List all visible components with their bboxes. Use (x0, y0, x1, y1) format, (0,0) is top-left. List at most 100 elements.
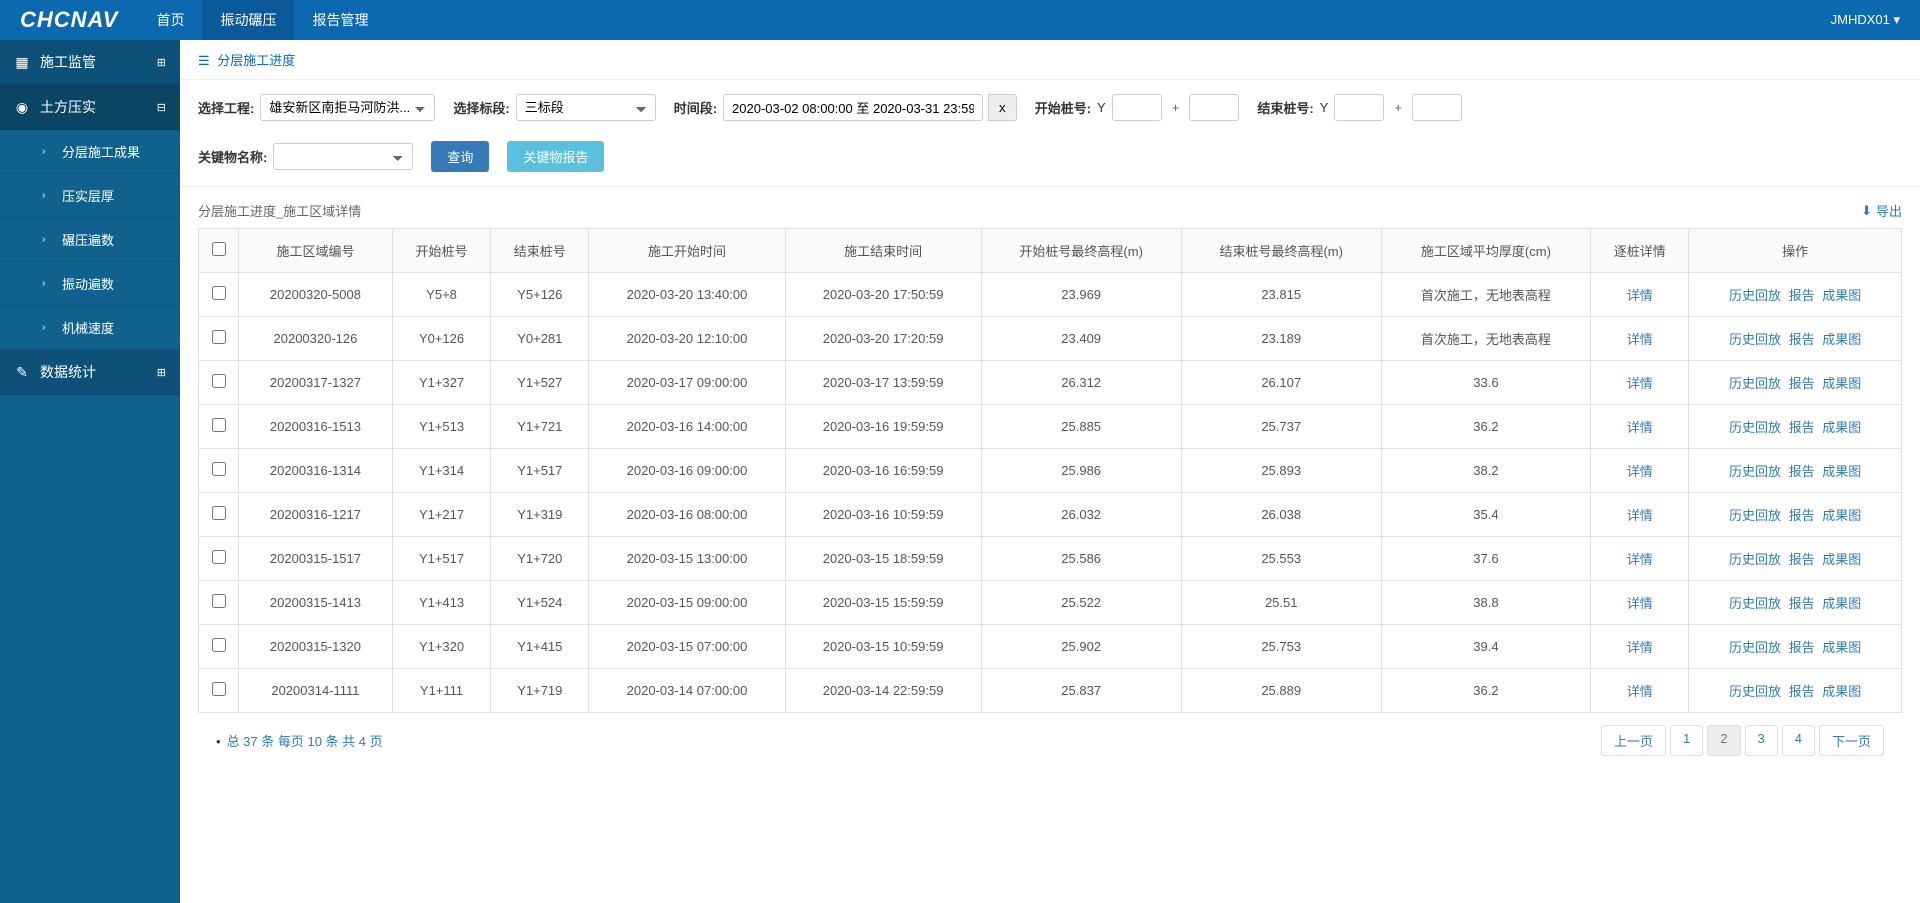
startpile-plus-input[interactable] (1189, 94, 1239, 121)
select-all-checkbox[interactable] (212, 242, 226, 256)
table-cell: 25.586 (981, 537, 1181, 581)
action-link[interactable]: 历史回放 (1729, 376, 1781, 391)
table-cell: 36.2 (1381, 405, 1590, 449)
keyword-select[interactable] (273, 143, 413, 170)
action-link[interactable]: 报告 (1789, 420, 1815, 435)
table-cell: Y1+517 (392, 537, 490, 581)
action-link[interactable]: 成果图 (1822, 684, 1861, 699)
detail-link[interactable]: 详情 (1627, 640, 1653, 655)
table-cell: 20200315-1517 (239, 537, 393, 581)
startpile-y-input[interactable] (1112, 94, 1162, 121)
query-button[interactable]: 查询 (431, 141, 489, 172)
page-button[interactable]: 3 (1745, 725, 1778, 756)
time-range-input[interactable] (723, 94, 983, 121)
detail-link[interactable]: 详情 (1627, 332, 1653, 347)
expand-icon: ⊞ (157, 56, 166, 69)
page-button[interactable]: 4 (1782, 725, 1815, 756)
action-link[interactable]: 历史回放 (1729, 508, 1781, 523)
sidebar-sub-item[interactable]: ›分层施工成果 (0, 130, 180, 174)
row-checkbox[interactable] (212, 330, 226, 344)
page-button[interactable]: 下一页 (1819, 725, 1884, 756)
topnav-item[interactable]: 首页 (138, 0, 202, 40)
row-checkbox[interactable] (212, 550, 226, 564)
detail-link[interactable]: 详情 (1627, 508, 1653, 523)
grid-icon: ▦ (14, 54, 30, 70)
action-link[interactable]: 成果图 (1822, 552, 1861, 567)
row-checkbox[interactable] (212, 594, 226, 608)
table-cell: 20200320-5008 (239, 273, 393, 317)
endpile-y-input[interactable] (1334, 94, 1384, 121)
action-link[interactable]: 报告 (1789, 508, 1815, 523)
table-cell: 2020-03-14 07:00:00 (589, 669, 785, 713)
table-cell (199, 581, 239, 625)
action-link[interactable]: 历史回放 (1729, 288, 1781, 303)
topnav-item[interactable]: 振动碾压 (202, 0, 294, 40)
top-nav: 首页振动碾压报告管理 (138, 0, 386, 40)
page-button[interactable]: 1 (1670, 725, 1703, 756)
table-cell: 23.815 (1181, 273, 1381, 317)
detail-link[interactable]: 详情 (1627, 684, 1653, 699)
detail-link[interactable]: 详情 (1627, 376, 1653, 391)
action-link[interactable]: 历史回放 (1729, 640, 1781, 655)
detail-link[interactable]: 详情 (1627, 420, 1653, 435)
action-link[interactable]: 报告 (1789, 288, 1815, 303)
sidebar-group[interactable]: ▦施工监管⊞ (0, 40, 180, 85)
sidebar-sub-item[interactable]: ›机械速度 (0, 306, 180, 350)
row-checkbox[interactable] (212, 638, 226, 652)
user-menu[interactable]: JMHDX01 ▾ (1811, 12, 1920, 28)
row-checkbox[interactable] (212, 682, 226, 696)
table-cell: 详情 (1591, 581, 1689, 625)
keyword-report-button[interactable]: 关键物报告 (507, 141, 604, 172)
project-select[interactable]: 雄安新区南拒马河防洪... (260, 94, 435, 121)
sidebar-sub-item[interactable]: ›碾压遍数 (0, 218, 180, 262)
action-link[interactable]: 成果图 (1822, 288, 1861, 303)
table-cell: 2020-03-16 19:59:59 (785, 405, 981, 449)
table-cell: 20200316-1217 (239, 493, 393, 537)
action-link[interactable]: 历史回放 (1729, 420, 1781, 435)
row-checkbox[interactable] (212, 374, 226, 388)
action-link[interactable]: 报告 (1789, 640, 1815, 655)
row-checkbox[interactable] (212, 462, 226, 476)
row-checkbox[interactable] (212, 506, 226, 520)
topnav-item[interactable]: 报告管理 (294, 0, 386, 40)
table-cell: 2020-03-20 13:40:00 (589, 273, 785, 317)
sidebar-sub-item[interactable]: ›振动遍数 (0, 262, 180, 306)
export-link[interactable]: ⬇ 导出 (1861, 201, 1902, 220)
action-link[interactable]: 成果图 (1822, 420, 1861, 435)
action-link[interactable]: 历史回放 (1729, 552, 1781, 567)
clear-time-button[interactable]: x (988, 94, 1017, 121)
row-checkbox[interactable] (212, 286, 226, 300)
action-link[interactable]: 成果图 (1822, 596, 1861, 611)
page-button[interactable]: 2 (1707, 725, 1740, 756)
action-link[interactable]: 历史回放 (1729, 684, 1781, 699)
action-link[interactable]: 历史回放 (1729, 596, 1781, 611)
endpile-plus-input[interactable] (1412, 94, 1462, 121)
page-button[interactable]: 上一页 (1601, 725, 1666, 756)
table-cell: 25.986 (981, 449, 1181, 493)
sidebar-group[interactable]: ✎数据统计⊞ (0, 350, 180, 395)
sidebar-group[interactable]: ◉土方压实⊟ (0, 85, 180, 130)
action-link[interactable]: 报告 (1789, 552, 1815, 567)
sidebar: ▦施工监管⊞◉土方压实⊟›分层施工成果›压实层厚›碾压遍数›振动遍数›机械速度✎… (0, 40, 180, 903)
detail-link[interactable]: 详情 (1627, 596, 1653, 611)
action-link[interactable]: 成果图 (1822, 640, 1861, 655)
section-select[interactable]: 三标段 (516, 94, 656, 121)
action-link[interactable]: 报告 (1789, 596, 1815, 611)
detail-link[interactable]: 详情 (1627, 288, 1653, 303)
table-cell: Y1+319 (491, 493, 589, 537)
action-link[interactable]: 报告 (1789, 332, 1815, 347)
action-link[interactable]: 报告 (1789, 684, 1815, 699)
action-link[interactable]: 成果图 (1822, 464, 1861, 479)
action-link[interactable]: 报告 (1789, 376, 1815, 391)
action-link[interactable]: 成果图 (1822, 508, 1861, 523)
action-link[interactable]: 报告 (1789, 464, 1815, 479)
action-link[interactable]: 成果图 (1822, 332, 1861, 347)
action-link[interactable]: 历史回放 (1729, 332, 1781, 347)
detail-link[interactable]: 详情 (1627, 464, 1653, 479)
table-cell: Y1+314 (392, 449, 490, 493)
detail-link[interactable]: 详情 (1627, 552, 1653, 567)
action-link[interactable]: 成果图 (1822, 376, 1861, 391)
sidebar-sub-item[interactable]: ›压实层厚 (0, 174, 180, 218)
action-link[interactable]: 历史回放 (1729, 464, 1781, 479)
row-checkbox[interactable] (212, 418, 226, 432)
